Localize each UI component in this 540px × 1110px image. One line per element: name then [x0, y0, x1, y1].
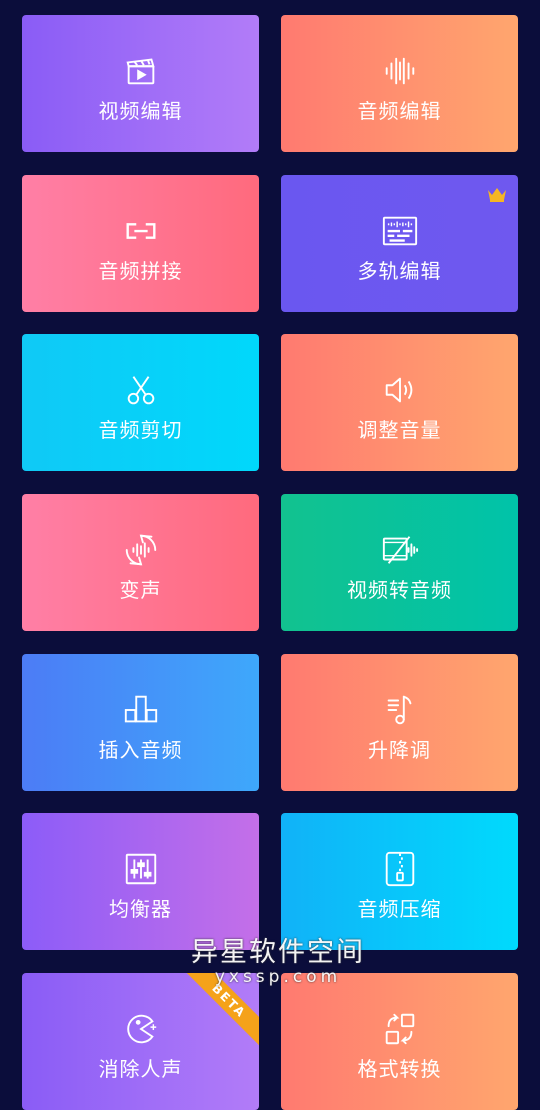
waveform-icon	[380, 51, 420, 91]
voice-change-tile[interactable]: 变声	[22, 494, 259, 631]
insert-blocks-icon	[121, 690, 161, 730]
tile-label: 视频转音频	[347, 578, 452, 602]
clapperboard-icon	[121, 51, 161, 91]
audio-cut-tile[interactable]: 音频剪切	[22, 334, 259, 471]
multitrack-edit-tile[interactable]: 多轨编辑	[281, 175, 518, 312]
tile-label: 变声	[119, 578, 162, 602]
video-edit-tile[interactable]: 视频编辑	[22, 15, 259, 152]
tile-label: 音频剪切	[98, 418, 183, 442]
video-to-audio-tile[interactable]: 视频转音频	[281, 494, 518, 631]
watermark-url: yxssp.com	[214, 967, 342, 987]
watermark: 异星软件空间 yxssp.com	[188, 937, 368, 987]
tile-label: 视频编辑	[98, 99, 183, 123]
watermark-title: 异星软件空间	[191, 937, 365, 968]
link-icon	[121, 211, 161, 251]
audio-compress-tile[interactable]: 音频压缩	[281, 813, 518, 950]
equalizer-tile[interactable]: 均衡器	[22, 813, 259, 950]
format-convert-icon	[380, 1009, 420, 1049]
audio-join-tile[interactable]: 音频拼接	[22, 175, 259, 312]
video-to-audio-icon	[380, 530, 420, 570]
tile-label: 多轨编辑	[357, 259, 442, 283]
tile-label: 消除人声	[98, 1057, 183, 1081]
tile-label: 音频压缩	[357, 897, 442, 921]
tile-label: 音频拼接	[98, 259, 183, 283]
audio-edit-tile[interactable]: 音频编辑	[281, 15, 518, 152]
pitch-tile[interactable]: 升降调	[281, 654, 518, 791]
voice-change-icon	[121, 530, 161, 570]
insert-audio-tile[interactable]: 插入音频	[22, 654, 259, 791]
equalizer-icon	[121, 849, 161, 889]
zip-file-icon	[380, 849, 420, 889]
tile-label: 升降调	[368, 738, 431, 762]
crown-icon	[488, 188, 506, 202]
tile-label: 插入音频	[98, 738, 183, 762]
tile-label: 调整音量	[357, 418, 442, 442]
tile-label: 音频编辑	[357, 99, 442, 123]
remove-voice-icon	[121, 1009, 161, 1049]
tool-grid: 视频编辑 音频编辑 音频拼接 多轨编辑 音频剪切 调整音量 变声 视频转音频 插…	[0, 0, 540, 1110]
tile-label: 均衡器	[109, 897, 172, 921]
multitrack-icon	[380, 211, 420, 251]
remove-vocals-tile[interactable]: 消除人声 BETA	[22, 973, 259, 1110]
scissors-icon	[121, 370, 161, 410]
pitch-note-icon	[380, 690, 420, 730]
adjust-volume-tile[interactable]: 调整音量	[281, 334, 518, 471]
tile-label: 格式转换	[357, 1057, 442, 1081]
speaker-icon	[380, 370, 420, 410]
format-convert-tile[interactable]: 格式转换	[281, 973, 518, 1110]
